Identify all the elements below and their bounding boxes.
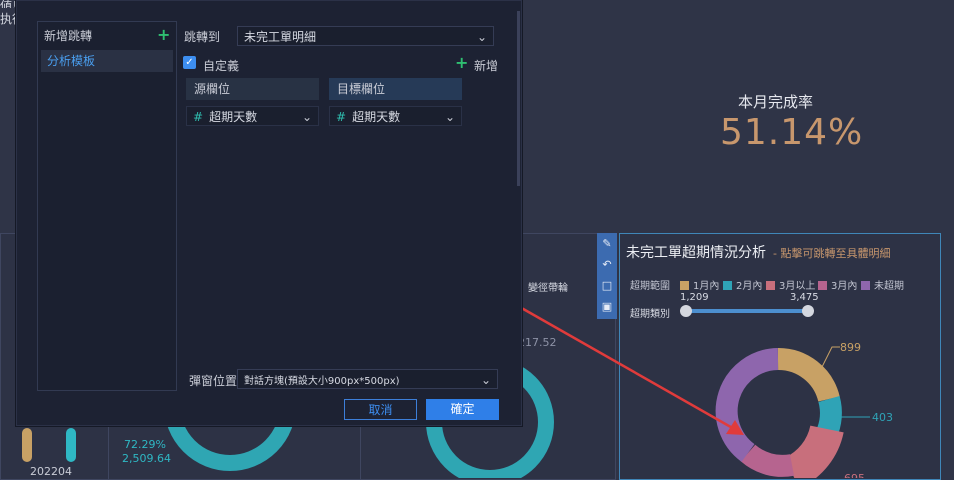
overdue-chart-hint[interactable]: - 點擊可跳轉至具體明細	[773, 245, 890, 261]
source-field-header: 源欄位	[186, 78, 319, 100]
cancel-button[interactable]: 取消	[344, 399, 417, 420]
jump-to-value: 未完工單明細	[244, 30, 317, 44]
donut-label-b: 403	[872, 411, 893, 424]
legend-title: 超期範圍	[630, 281, 670, 292]
jump-list-pane: 新增跳轉 分析模板	[37, 21, 177, 391]
popup-position-select[interactable]: 對話方塊(預設大小900px*500px) ⌄	[237, 369, 498, 389]
target-field-header: 目標欄位	[329, 78, 462, 100]
bar-tan	[22, 428, 32, 462]
custom-label: 自定義	[203, 59, 240, 73]
annotation-arrow	[517, 304, 744, 435]
jump-to-label: 跳轉到	[184, 30, 221, 44]
legend-swatch	[818, 281, 827, 290]
chevron-down-icon: ⌄	[444, 110, 455, 124]
slider-max-value: 3,475	[790, 292, 819, 303]
popup-position-label: 彈窗位置	[189, 374, 238, 388]
add-mapping-icon[interactable]: +	[455, 53, 468, 72]
left-chart-period: 202204	[30, 465, 72, 478]
legend-item-2[interactable]: 2月內	[723, 277, 762, 292]
add-jump-icon[interactable]: +	[157, 25, 170, 44]
legend-swatch	[723, 281, 732, 290]
chevron-down-icon: ⌄	[301, 110, 312, 124]
middle-chart-title: 變徑帶輪	[528, 283, 568, 294]
legend-label: 3月以上	[779, 281, 816, 292]
legend-swatch	[680, 281, 689, 290]
donut-label-a: 899	[840, 341, 861, 354]
legend-item-5[interactable]: 未超期	[861, 277, 904, 292]
kpi-title: 本月完成率	[738, 93, 814, 111]
hash-icon: #	[193, 110, 204, 124]
jump-settings-dialog: 新增跳轉 分析模板 + 跳轉到 未完工單明細 ⌄ ✓ 自定義 + 新增 源欄位 …	[16, 0, 522, 426]
add-mapping-label[interactable]: 新增	[474, 57, 498, 74]
donut-label-c: 695	[844, 472, 865, 478]
bar-teal	[66, 428, 76, 462]
kpi-value: 51.14%	[720, 112, 864, 153]
chevron-down-icon: ⌄	[480, 373, 491, 387]
source-field-value: 超期天數	[209, 110, 258, 124]
slider-handle-right[interactable]	[802, 305, 814, 317]
legend-item-4[interactable]: 3月內	[818, 277, 857, 292]
hash-icon: #	[336, 110, 347, 124]
pencil-icon[interactable]: ✎	[597, 233, 617, 254]
legend-item-1[interactable]: 1月內	[680, 277, 719, 292]
legend-item-3[interactable]: 3月以上	[766, 277, 815, 292]
popup-position-value: 對話方塊(預設大小900px*500px)	[244, 376, 400, 387]
target-field-value: 超期天數	[352, 110, 401, 124]
comment-icon[interactable]: □	[597, 275, 617, 296]
chevron-down-icon: ⌄	[476, 30, 487, 44]
dialog-scrollbar[interactable]	[517, 11, 520, 186]
legend-swatch	[861, 281, 870, 290]
custom-checkbox[interactable]: ✓	[183, 56, 196, 69]
legend-swatch	[766, 281, 775, 290]
legend-label: 1月內	[693, 281, 720, 292]
undo-icon[interactable]: ↶	[597, 254, 617, 275]
legend-label: 2月內	[736, 281, 763, 292]
jump-to-select[interactable]: 未完工單明細 ⌄	[237, 26, 494, 46]
jump-list-header: 新增跳轉	[44, 29, 93, 43]
legend-label: 3月內	[831, 281, 858, 292]
legend-label: 未超期	[874, 281, 904, 292]
jump-list-item[interactable]: 分析模板	[41, 50, 173, 72]
confirm-button[interactable]: 確定	[426, 399, 499, 420]
overdue-chart-title: 未完工單超期情況分析	[626, 245, 766, 261]
target-field-select[interactable]: # 超期天數 ⌄	[329, 106, 462, 126]
source-field-select[interactable]: # 超期天數 ⌄	[186, 106, 319, 126]
